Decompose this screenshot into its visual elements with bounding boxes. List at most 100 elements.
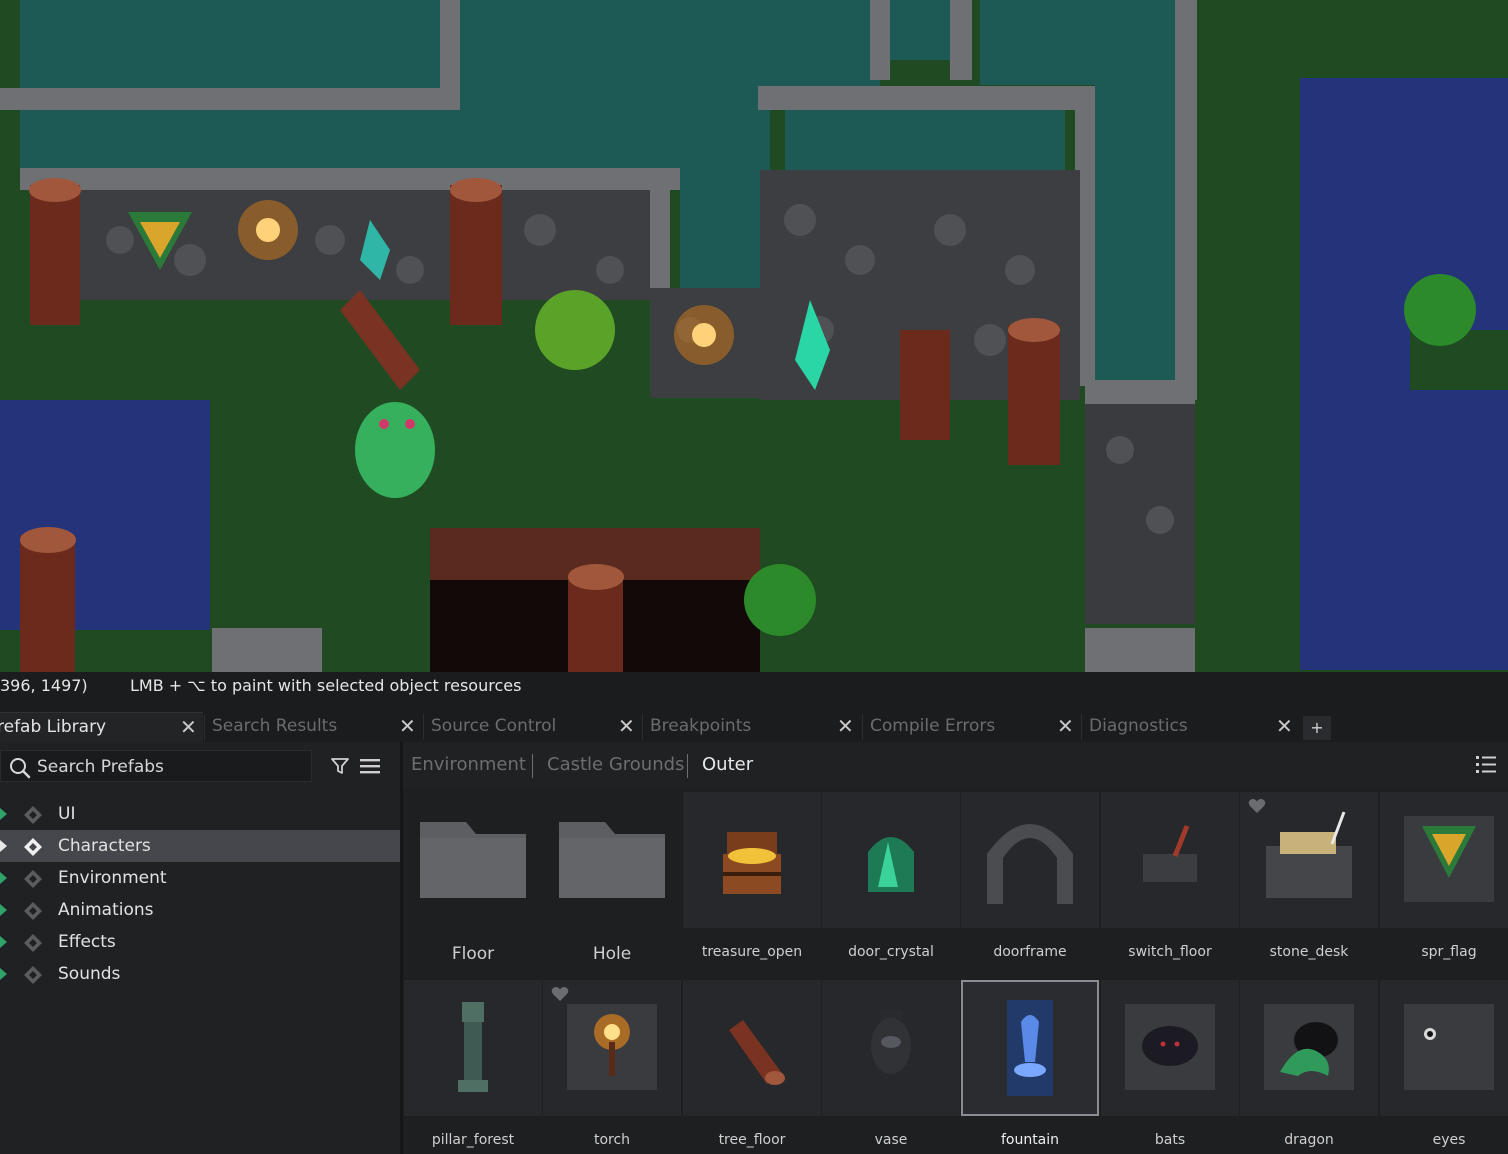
- status-hint: LMB + ⌥ to paint with selected object re…: [130, 676, 522, 695]
- asset-pillar-forest[interactable]: pillar_forest: [404, 980, 542, 1154]
- asset-tree-floor[interactable]: tree_floor: [683, 980, 821, 1154]
- expand-arrow-icon[interactable]: [0, 904, 7, 916]
- asset-thumbnail: [1101, 792, 1239, 928]
- tree-item-environment[interactable]: Environment: [0, 862, 400, 894]
- breadcrumb: Environment Castle Grounds Outer: [403, 742, 1508, 788]
- prefab-icon: [24, 934, 42, 952]
- asset-thumbnail: [961, 792, 1099, 928]
- tab-label: Diagnostics: [1089, 716, 1188, 736]
- expand-arrow-icon[interactable]: [0, 808, 7, 820]
- add-tab-button[interactable]: +: [1303, 716, 1331, 740]
- asset-stone-desk[interactable]: stone_desk: [1240, 792, 1378, 972]
- breadcrumb-castle-grounds[interactable]: Castle Grounds: [547, 742, 684, 788]
- tab-label: Compile Errors: [870, 716, 996, 736]
- asset-vase[interactable]: vase: [822, 980, 960, 1154]
- asset-folder-hole[interactable]: Hole: [543, 792, 681, 972]
- bats-icon: [1125, 1004, 1215, 1090]
- tree-item-label: UI: [58, 804, 76, 824]
- asset-thumbnail: [1380, 792, 1508, 928]
- asset-bats[interactable]: bats: [1101, 980, 1239, 1154]
- tab-compile-errors[interactable]: Compile Errors ✕: [862, 712, 1080, 742]
- tree-item-label: Sounds: [58, 964, 121, 984]
- asset-dragon[interactable]: dragon: [1240, 980, 1378, 1154]
- asset-treasure-open[interactable]: treasure_open: [683, 792, 821, 972]
- asset-doorframe[interactable]: doorframe: [961, 792, 1099, 972]
- tab-prefab-library[interactable]: refab Library ✕: [0, 712, 203, 742]
- expand-arrow-icon[interactable]: [0, 968, 7, 980]
- asset-torch[interactable]: torch: [543, 980, 681, 1154]
- filter-icon[interactable]: [330, 756, 350, 776]
- asset-fountain[interactable]: fountain: [961, 980, 1099, 1154]
- prefab-icon: [24, 902, 42, 920]
- prefab-icon: [24, 838, 42, 856]
- expand-arrow-icon[interactable]: [0, 872, 7, 884]
- prefab-icon: [24, 870, 42, 888]
- game-viewport[interactable]: [0, 0, 1508, 672]
- asset-name: door_crystal: [848, 944, 934, 960]
- tree-item-effects[interactable]: Effects: [0, 926, 400, 958]
- treasure-chest-icon: [723, 832, 781, 894]
- tree-item-label: Effects: [58, 932, 116, 952]
- favorite-heart-icon[interactable]: [1248, 798, 1266, 814]
- favorite-heart-icon[interactable]: [551, 986, 569, 1002]
- asset-thumbnail: [822, 980, 960, 1116]
- banner-flag-icon: [1404, 816, 1494, 902]
- tab-label: Search Results: [212, 716, 338, 736]
- tree-item-sounds[interactable]: Sounds: [0, 958, 400, 990]
- stone-arch-icon: [987, 824, 1073, 904]
- asset-eyes[interactable]: eyes: [1380, 980, 1508, 1154]
- asset-name: fountain: [1000, 1132, 1060, 1148]
- prefab-icon: [24, 806, 42, 824]
- close-icon[interactable]: ✕: [1276, 712, 1293, 740]
- breadcrumb-divider: [532, 754, 533, 778]
- list-view-icon[interactable]: [1475, 754, 1497, 776]
- prefab-category-tree: UI Characters Environment Animations Eff…: [0, 798, 400, 990]
- search-box[interactable]: [0, 750, 312, 782]
- tab-breakpoints[interactable]: Breakpoints ✕: [642, 712, 861, 742]
- asset-switch-floor[interactable]: switch_floor: [1101, 792, 1239, 972]
- close-icon[interactable]: ✕: [1057, 712, 1074, 740]
- asset-name: vase: [874, 1132, 908, 1148]
- asset-spr-flag[interactable]: spr_flag: [1380, 792, 1508, 972]
- tab-diagnostics[interactable]: Diagnostics ✕: [1081, 712, 1299, 742]
- expand-arrow-icon[interactable]: [0, 936, 7, 948]
- asset-thumbnail: [1101, 980, 1239, 1116]
- asset-thumbnail: [683, 792, 821, 928]
- asset-name: torch: [593, 1132, 631, 1148]
- asset-thumbnail: [543, 792, 681, 928]
- vase-icon: [871, 1010, 911, 1074]
- panel-tab-bar: refab Library ✕ Search Results ✕ Source …: [0, 700, 1508, 742]
- tilemap-canvas[interactable]: [0, 0, 1508, 672]
- stone-pillar-icon: [458, 1002, 488, 1092]
- dragon-icon: [1264, 1004, 1354, 1090]
- search-prefabs-input[interactable]: [37, 754, 307, 780]
- tab-source-control[interactable]: Source Control ✕: [423, 712, 641, 742]
- asset-door-crystal[interactable]: door_crystal: [822, 792, 960, 972]
- asset-thumbnail: [404, 980, 542, 1116]
- breadcrumb-outer[interactable]: Outer: [702, 742, 753, 788]
- tree-item-label: Characters: [58, 836, 151, 856]
- asset-name: Floor: [451, 944, 495, 964]
- tree-item-characters[interactable]: Characters: [0, 830, 400, 862]
- tab-search-results[interactable]: Search Results ✕: [204, 712, 422, 742]
- expand-arrow-icon[interactable]: [0, 840, 7, 852]
- tree-item-animations[interactable]: Animations: [0, 894, 400, 926]
- asset-folder-floor[interactable]: Floor: [404, 792, 542, 972]
- breadcrumb-environment[interactable]: Environment: [411, 742, 526, 788]
- hamburger-menu-icon[interactable]: [359, 756, 381, 776]
- asset-thumbnail: [822, 792, 960, 928]
- asset-name: spr_flag: [1421, 944, 1477, 960]
- close-icon[interactable]: ✕: [618, 712, 635, 740]
- asset-name: treasure_open: [701, 944, 803, 960]
- asset-thumbnail: [1240, 980, 1378, 1116]
- close-icon[interactable]: ✕: [399, 712, 416, 740]
- tab-label: Source Control: [431, 716, 557, 736]
- tree-item-ui[interactable]: UI: [0, 798, 400, 830]
- tree-item-label: Environment: [58, 868, 167, 888]
- asset-thumbnail: [961, 980, 1099, 1116]
- close-icon[interactable]: ✕: [837, 712, 854, 740]
- asset-thumbnail: [1380, 980, 1508, 1116]
- status-bar: 396, 1497) LMB + ⌥ to paint with selecte…: [0, 672, 1508, 700]
- close-icon[interactable]: ✕: [180, 713, 197, 741]
- eyes-icon: [1404, 1004, 1494, 1090]
